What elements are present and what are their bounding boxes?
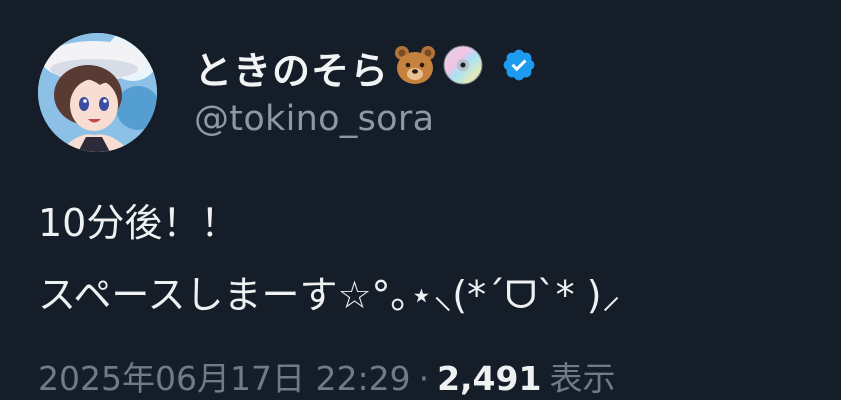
post-text-line-1: 10分後！！ (38, 201, 239, 245)
meta-separator: · (418, 359, 430, 398)
verified-badge-icon[interactable] (501, 47, 537, 87)
views-count[interactable]: 2,491 (437, 359, 541, 398)
author-handle[interactable]: @tokino_sora (194, 99, 537, 139)
avatar[interactable] (38, 33, 157, 152)
post-text-line-2: スペースしまーす☆°｡⋆⸜(*ˊᗜˋ* )⸝ (38, 273, 621, 317)
display-name-row[interactable]: ときのそら (194, 39, 537, 95)
views-label: 表示 (549, 359, 616, 398)
avatar-image (38, 33, 157, 152)
post-meta: 2025年06月17日 22:29 · 2,491 表示 (38, 352, 615, 400)
display-name[interactable]: ときのそら (194, 40, 389, 95)
post-header: ときのそら @tokino_sora (38, 33, 818, 153)
post-timestamp[interactable]: 2025年06月17日 22:29 (38, 359, 411, 398)
optical-disc-icon (441, 43, 485, 91)
post-text: 10分後！！ スペースしまーす☆°｡⋆⸜(*ˊᗜˋ* )⸝ (38, 187, 621, 331)
author-names: ときのそら @tokino_sora (194, 39, 537, 139)
bear-face-icon (393, 43, 437, 91)
